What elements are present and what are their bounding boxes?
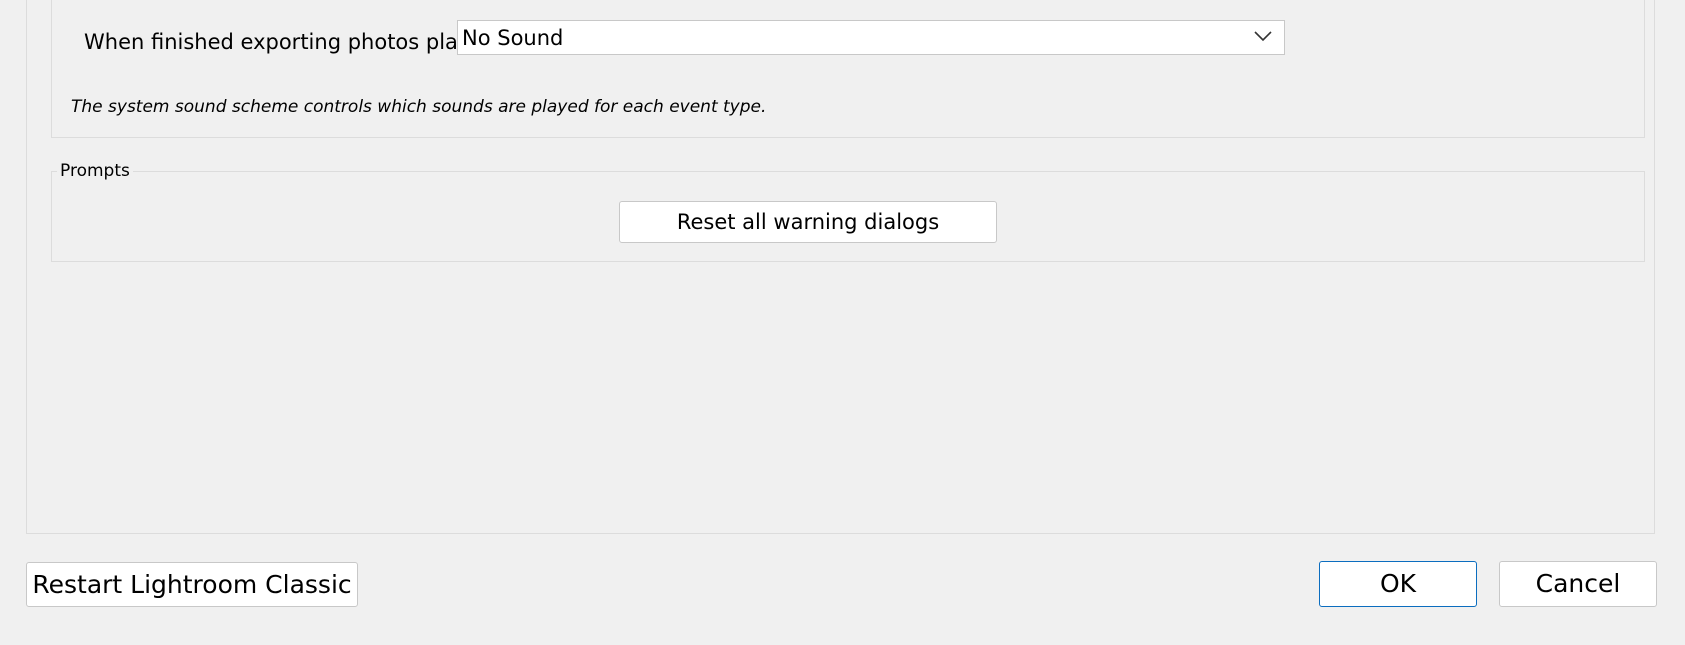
cancel-button[interactable]: Cancel bbox=[1499, 561, 1657, 607]
prompts-group-title: Prompts bbox=[57, 160, 133, 182]
reset-warning-dialogs-button[interactable]: Reset all warning dialogs bbox=[619, 201, 997, 243]
chevron-down-icon bbox=[1254, 31, 1272, 42]
export-sound-value: No Sound bbox=[462, 26, 564, 50]
export-sound-dropdown[interactable]: No Sound bbox=[457, 20, 1285, 55]
ok-button[interactable]: OK bbox=[1319, 561, 1477, 607]
sound-scheme-hint: The system sound scheme controls which s… bbox=[71, 97, 767, 117]
export-sound-label: When finished exporting photos play: bbox=[84, 30, 476, 54]
restart-lightroom-button[interactable]: Restart Lightroom Classic bbox=[26, 562, 358, 607]
